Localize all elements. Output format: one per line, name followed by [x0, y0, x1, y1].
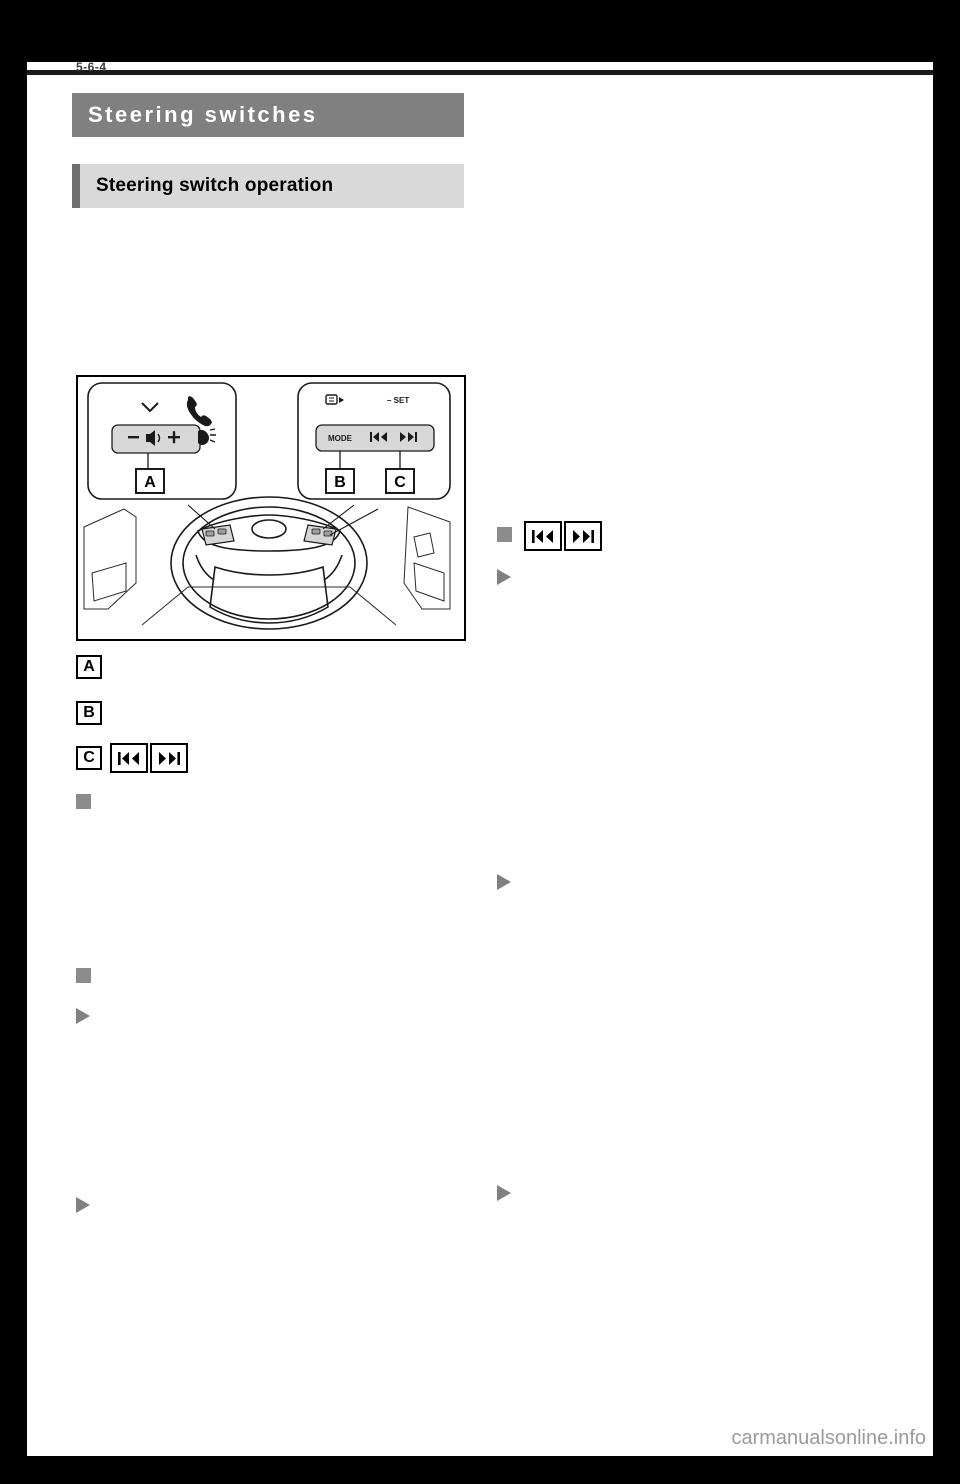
seek-down-icon	[524, 521, 562, 551]
left-triangle-bullet-1	[76, 1008, 90, 1024]
section-title-band: Steering switches	[72, 93, 464, 137]
left-square-bullet-1	[76, 794, 91, 809]
manual-page: 5-6-4 Steering switches Steering switch …	[0, 0, 960, 1484]
legend-marker-c: C	[76, 746, 102, 770]
legend-marker-a: A	[76, 655, 102, 679]
svg-text:− SET: − SET	[387, 396, 410, 405]
section-title-text: Steering switches	[88, 102, 318, 127]
seek-down-icon	[110, 743, 148, 773]
svg-text:B: B	[334, 474, 346, 491]
page-right-black-bar	[933, 0, 960, 1484]
legend-marker-b: B	[76, 701, 102, 725]
page-left-black-bar	[0, 0, 27, 1484]
subsection-accent-bar	[72, 164, 80, 208]
seek-up-icon	[150, 743, 188, 773]
seek-up-icon	[564, 521, 602, 551]
page-top-black-bar	[0, 0, 960, 62]
subsection-title-band: Steering switch operation	[72, 164, 464, 208]
page-number: 5-6-4	[76, 60, 107, 74]
right-square-bullet-1	[497, 527, 512, 542]
header-rule	[27, 70, 933, 75]
page-bottom-black-bar	[0, 1456, 960, 1484]
right-triangle-bullet-3	[497, 1185, 511, 1201]
svg-text:A: A	[144, 474, 156, 491]
steering-switch-illustration: A MODE − SET B C	[76, 375, 466, 641]
svg-text:C: C	[394, 474, 406, 491]
right-triangle-bullet-1	[497, 569, 511, 585]
right-triangle-bullet-2	[497, 874, 511, 890]
left-triangle-bullet-2	[76, 1197, 90, 1213]
svg-text:MODE: MODE	[328, 434, 353, 443]
subsection-title-text: Steering switch operation	[96, 175, 334, 196]
watermark: carmanualsonline.info	[731, 1427, 926, 1449]
left-square-bullet-2	[76, 968, 91, 983]
